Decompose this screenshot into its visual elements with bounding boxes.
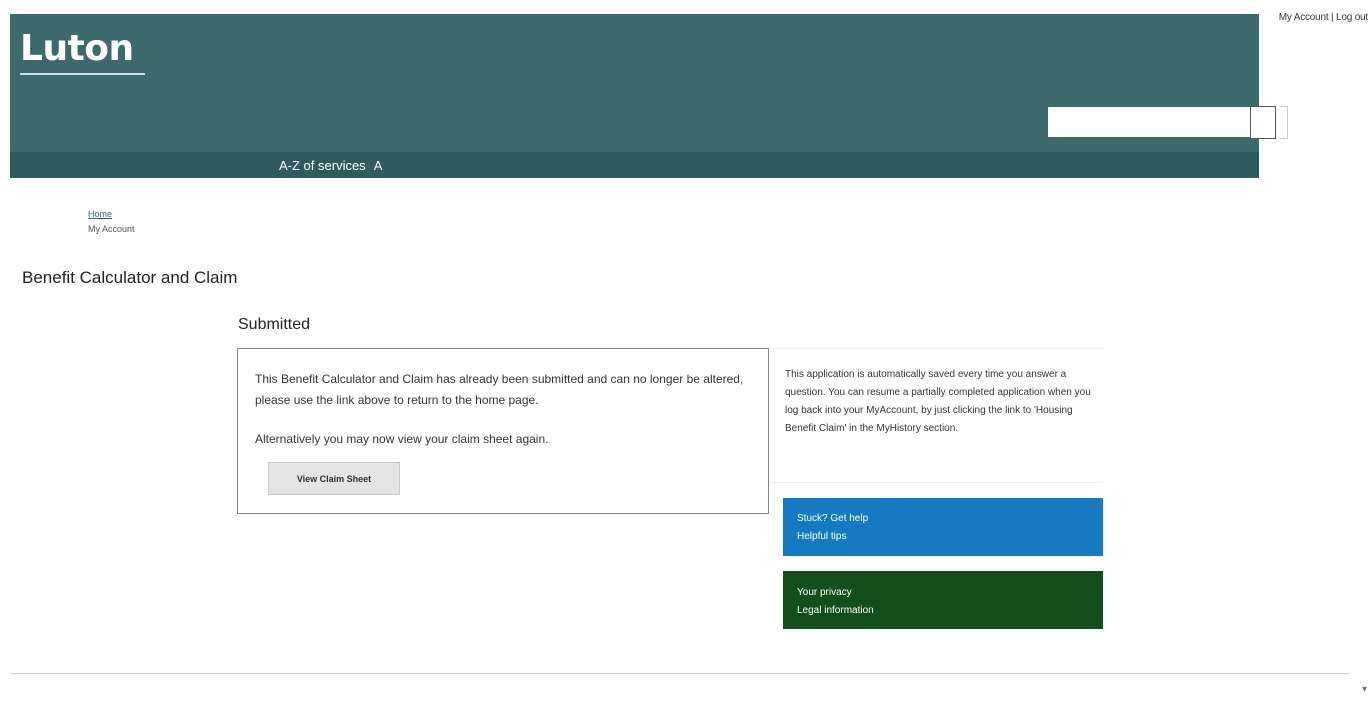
submitted-notice-box: This Benefit Calculator and Claim has al…	[237, 348, 769, 514]
view-claim-sheet-button[interactable]: View Claim Sheet	[268, 462, 400, 495]
submitted-message: This Benefit Calculator and Claim has al…	[255, 372, 744, 407]
nav-bar	[10, 152, 1259, 178]
logout-link[interactable]: Log out	[1336, 12, 1368, 23]
helpful-tips-link[interactable]: Helpful tips	[797, 528, 1089, 546]
legal-information-link[interactable]: Legal information	[797, 602, 1089, 620]
footer-divider	[10, 673, 1350, 674]
get-help-link[interactable]: Stuck? Get help	[797, 510, 1089, 528]
my-account-link[interactable]: My Account	[1279, 12, 1329, 23]
breadcrumb: Home My Account	[88, 207, 135, 237]
breadcrumb-current: My Account	[88, 224, 135, 234]
nav-item-label: A-Z of services	[279, 158, 366, 173]
page-title: Benefit Calculator and Claim	[22, 268, 238, 287]
nav-item-a-z-services[interactable]: A-Z of services A	[270, 152, 393, 181]
scroll-arrow-icon[interactable]: ▾	[1362, 684, 1367, 695]
autosave-info: This application is automatically saved …	[785, 369, 1091, 434]
luton-logo[interactable]: Luton	[20, 28, 134, 69]
search-button-edge	[1280, 106, 1288, 139]
sidebar-divider-top	[770, 348, 1103, 349]
section-title: Submitted	[238, 316, 311, 333]
help-panel: Stuck? Get help Helpful tips	[783, 498, 1103, 556]
top-links-separator: |	[1328, 12, 1337, 23]
top-links: My Account | Log out	[1279, 12, 1368, 23]
privacy-panel: Your privacy Legal information	[783, 571, 1103, 629]
sidebar-divider-bottom	[770, 482, 1103, 483]
nav-item-letter[interactable]: A	[374, 158, 383, 173]
breadcrumb-home-link[interactable]: Home	[88, 207, 135, 222]
alternative-message: Alternatively you may now view your clai…	[255, 432, 549, 446]
search-input[interactable]	[1048, 107, 1252, 137]
logo-underline	[20, 73, 145, 75]
privacy-link[interactable]: Your privacy	[797, 584, 1089, 602]
search-button[interactable]	[1250, 106, 1276, 139]
